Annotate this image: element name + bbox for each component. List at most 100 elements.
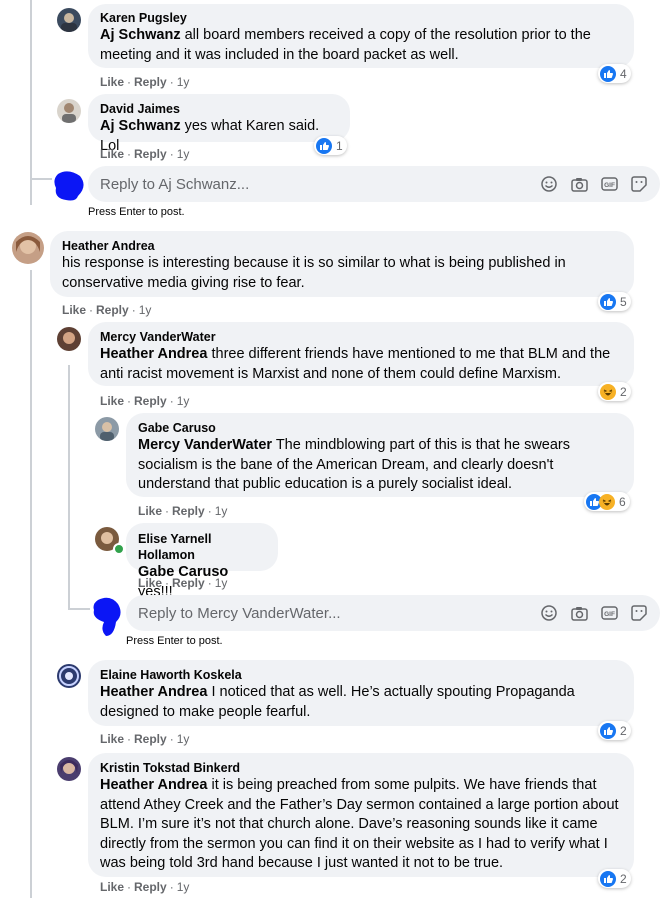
press-enter-hint: Press Enter to post. [126, 635, 223, 647]
mention-link[interactable]: Aj Schwanz [100, 118, 181, 134]
reply-button[interactable]: Reply [172, 504, 205, 518]
mention-link[interactable]: Heather Andrea [100, 684, 207, 700]
avatar[interactable] [57, 757, 81, 781]
press-enter-hint: Press Enter to post. [88, 206, 185, 218]
comment-author[interactable]: Kristin Tokstad Binkerd [100, 760, 622, 776]
avatar[interactable] [57, 8, 81, 32]
comment-bubble: Elaine Haworth Koskela Heather Andrea I … [88, 660, 634, 726]
comment-age[interactable]: 1y [177, 394, 190, 408]
avatar[interactable] [57, 327, 81, 351]
reaction-count[interactable]: 2 [598, 382, 631, 401]
mention-link[interactable]: Mercy VanderWater [138, 437, 272, 453]
comment-author[interactable]: Elise Yarnell Hollamon [138, 531, 266, 563]
comment-actions: Like · Reply · 1y [100, 732, 190, 746]
online-status-dot [113, 543, 125, 555]
like-reaction-icon [600, 722, 616, 739]
comment-text: Heather Andrea three different friends h… [100, 346, 611, 382]
comment-age[interactable]: 1y [177, 880, 190, 894]
comment-text: his response is interesting because it i… [62, 255, 566, 291]
like-button[interactable]: Like [100, 880, 124, 894]
gif-icon[interactable]: GIF [600, 604, 618, 622]
emoji-icon[interactable] [540, 604, 558, 622]
thread-connector [68, 608, 90, 610]
comment-actions: Like · Reply · 1y [62, 303, 152, 317]
reply-button[interactable]: Reply [134, 880, 167, 894]
current-user-avatar [50, 168, 86, 204]
comment-text: Aj Schwanz all board members received a … [100, 27, 591, 63]
comment-bubble: Heather Andrea his response is interesti… [50, 231, 634, 297]
like-button[interactable]: Like [138, 576, 162, 590]
comment-author[interactable]: Elaine Haworth Koskela [100, 667, 622, 683]
mention-link[interactable]: Heather Andrea [100, 346, 207, 362]
reaction-count[interactable]: 5 [598, 292, 631, 311]
comment-author[interactable]: Gabe Caruso [138, 420, 622, 436]
like-button[interactable]: Like [138, 504, 162, 518]
reply-input[interactable]: Reply to Mercy VanderWater... GIF [126, 595, 660, 631]
reaction-count[interactable]: 4 [598, 64, 631, 83]
reaction-count[interactable]: 2 [598, 721, 631, 740]
like-button[interactable]: Like [100, 732, 124, 746]
sticker-icon[interactable] [630, 604, 648, 622]
reply-button[interactable]: Reply [134, 394, 167, 408]
comment-actions: Like · Reply · 1y [100, 394, 190, 408]
comment-age[interactable]: 1y [139, 303, 152, 317]
comment-age[interactable]: 1y [215, 576, 228, 590]
comment-bubble: David Jaimes Aj Schwanz yes what Karen s… [88, 94, 350, 154]
comment-text: Heather Andrea I noticed that as well. H… [100, 684, 575, 720]
comment-text: Mercy VanderWater The mindblowing part o… [138, 437, 570, 492]
reply-button[interactable]: Reply [134, 732, 167, 746]
reply-button[interactable]: Reply [96, 303, 129, 317]
comment-bubble: Kristin Tokstad Binkerd Heather Andrea i… [88, 753, 634, 877]
comment-bubble: Mercy VanderWater Heather Andrea three d… [88, 322, 634, 386]
avatar[interactable] [12, 232, 44, 264]
comment-author[interactable]: David Jaimes [100, 101, 338, 117]
reaction-count[interactable]: 2 [598, 869, 631, 888]
thread-line [30, 270, 32, 898]
comment-actions: Like · Reply · 1y [138, 576, 228, 590]
current-user-avatar [90, 596, 124, 638]
comment-bubble: Gabe Caruso Mercy VanderWater The mindbl… [126, 413, 634, 497]
avatar[interactable] [57, 664, 81, 688]
thread-line [68, 365, 70, 610]
comment-bubble: Elise Yarnell Hollamon Gabe Caruso yes!!… [126, 523, 278, 600]
comment-age[interactable]: 1y [177, 147, 190, 161]
comment-actions: Like · Reply · 1y [100, 880, 190, 894]
reply-placeholder: Reply to Aj Schwanz... [100, 175, 250, 193]
camera-icon[interactable] [570, 175, 588, 193]
haha-reaction-icon [600, 383, 616, 400]
emoji-icon[interactable] [540, 175, 558, 193]
avatar[interactable] [95, 417, 119, 441]
comment-age[interactable]: 1y [177, 75, 190, 89]
like-reaction-icon [600, 870, 616, 887]
like-button[interactable]: Like [100, 75, 124, 89]
comment-author[interactable]: Heather Andrea [62, 238, 622, 254]
comment-author[interactable]: Karen Pugsley [100, 10, 622, 26]
sticker-icon[interactable] [630, 175, 648, 193]
mention-link[interactable]: Heather Andrea [100, 777, 207, 793]
comment-actions: Like · Reply · 1y [100, 75, 190, 89]
comment-author[interactable]: Mercy VanderWater [100, 329, 622, 345]
camera-icon[interactable] [570, 604, 588, 622]
reply-button[interactable]: Reply [134, 147, 167, 161]
reaction-count[interactable]: 6 [584, 492, 630, 511]
thread-connector [30, 178, 52, 180]
like-button[interactable]: Like [62, 303, 86, 317]
comment-age[interactable]: 1y [215, 504, 228, 518]
avatar[interactable] [57, 99, 81, 123]
reply-button[interactable]: Reply [172, 576, 205, 590]
reaction-count[interactable]: 1 [314, 136, 347, 155]
haha-reaction-icon [599, 493, 615, 510]
svg-text:GIF: GIF [604, 182, 615, 189]
reply-button[interactable]: Reply [134, 75, 167, 89]
comment-actions: Like · Reply · 1y [138, 504, 228, 518]
like-button[interactable]: Like [100, 147, 124, 161]
like-button[interactable]: Like [100, 394, 124, 408]
reply-input[interactable]: Reply to Aj Schwanz... GIF [88, 166, 660, 202]
gif-icon[interactable]: GIF [600, 175, 618, 193]
comment-text: Heather Andrea it is being preached from… [100, 777, 619, 871]
comment-bubble: Karen Pugsley Aj Schwanz all board membe… [88, 4, 634, 68]
comment-age[interactable]: 1y [177, 732, 190, 746]
svg-text:GIF: GIF [604, 611, 615, 618]
like-reaction-icon [600, 293, 616, 310]
mention-link[interactable]: Aj Schwanz [100, 27, 181, 43]
